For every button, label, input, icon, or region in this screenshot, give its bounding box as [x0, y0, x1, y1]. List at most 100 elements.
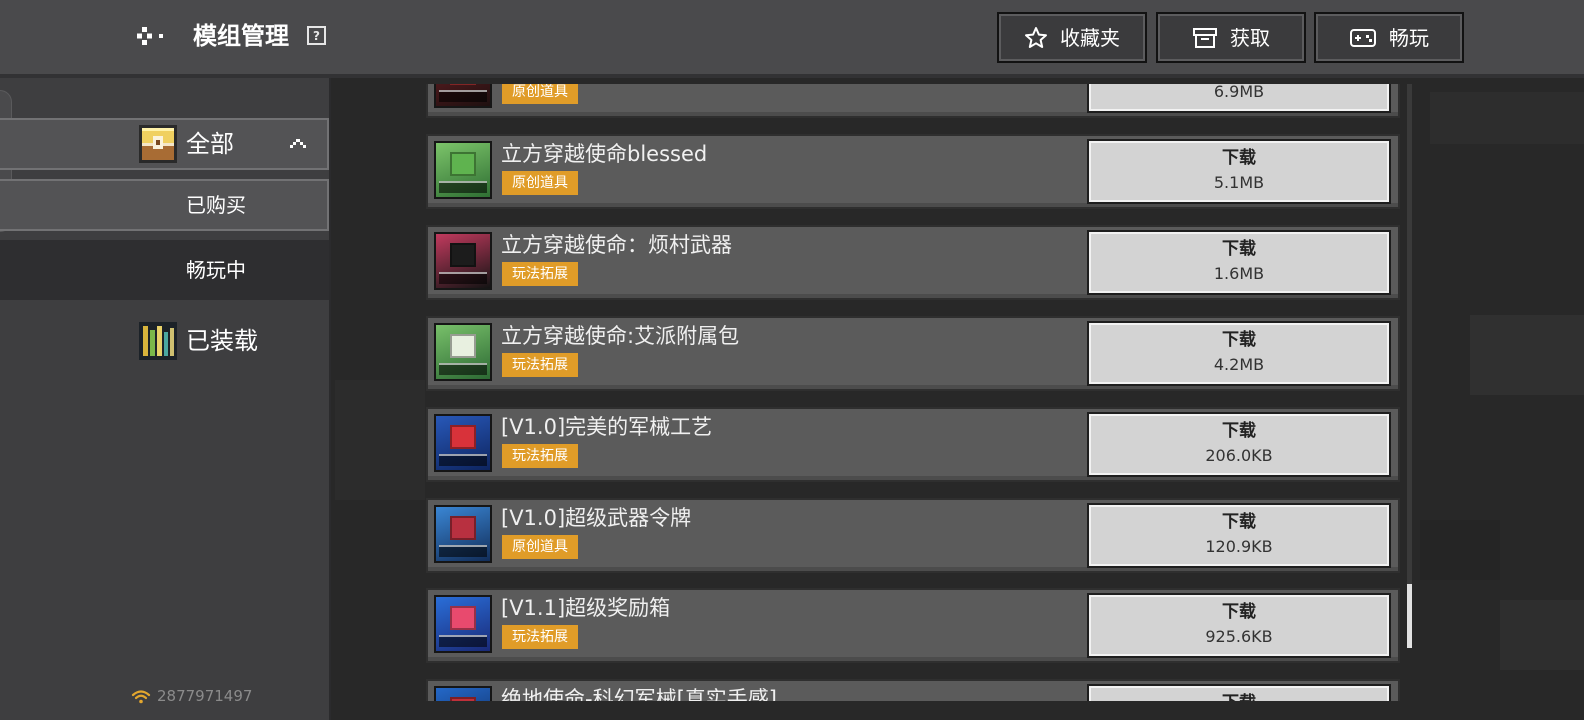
top-bar: 模组管理 ? 收藏夹 获取 畅玩 — [0, 0, 1584, 74]
mod-list-item[interactable]: 原创道具 6.9MB — [426, 84, 1400, 118]
background-pattern — [1420, 520, 1500, 580]
mod-file-size: 925.6KB — [1205, 627, 1273, 646]
background-pattern — [1470, 315, 1584, 395]
mod-list-item[interactable]: [V1.0]完美的军械工艺 玩法拓展 下载 206.0KB — [426, 407, 1400, 482]
thumbnail-figure — [450, 152, 476, 176]
download-button[interactable]: 下载 — [1087, 684, 1391, 701]
sidebar-item-all[interactable]: 全部 — [0, 118, 329, 170]
mod-category-tag: 原创道具 — [502, 171, 578, 195]
mod-thumbnail — [434, 414, 492, 472]
sidebar: 全部 已购买 畅玩中 已装载 2877971497 — [0, 78, 331, 720]
download-button-label: 下载 — [1222, 602, 1256, 622]
back-button[interactable] — [130, 18, 172, 54]
mod-file-size: 4.2MB — [1213, 355, 1265, 374]
sidebar-item-loaded[interactable]: 已装载 — [0, 320, 329, 362]
mod-file-size: 120.9KB — [1205, 537, 1273, 556]
mod-thumbnail — [434, 84, 492, 108]
thumbnail-banner — [439, 545, 487, 557]
mod-category-tag: 原创道具 — [502, 84, 578, 104]
mod-title: [V1.0]超级武器令牌 — [501, 506, 692, 530]
mod-list-item[interactable]: [V1.0]超级武器令牌 原创道具 下载 120.9KB — [426, 498, 1400, 573]
account-id: 2877971497 — [157, 687, 253, 705]
sidebar-item-label: 已装载 — [186, 327, 258, 355]
download-button[interactable]: 6.9MB — [1087, 84, 1391, 113]
mod-list-item[interactable]: 绝地使命-科幻军械[真实手感] 下载 — [426, 679, 1400, 701]
background-pattern — [1430, 92, 1584, 144]
bookshelf-icon — [139, 322, 177, 360]
thumbnail-banner — [439, 454, 487, 466]
thumbnail-banner — [439, 272, 487, 284]
thumbnail-banner — [439, 90, 487, 102]
download-button-label: 下载 — [1089, 692, 1389, 701]
mod-list[interactable]: 原创道具 6.9MB 立方穿越使命blessed 原创道具 下载 5.1MB 立方穿越使命：… — [426, 84, 1402, 701]
favorites-button[interactable]: 收藏夹 — [997, 12, 1147, 63]
play-button[interactable]: 畅玩 — [1314, 12, 1464, 63]
mod-thumbnail — [434, 323, 492, 381]
get-button[interactable]: 获取 — [1156, 12, 1306, 63]
download-button[interactable]: 下载 5.1MB — [1087, 139, 1391, 204]
mod-file-size: 6.9MB — [1213, 84, 1265, 101]
sidebar-item-label: 畅玩中 — [186, 258, 246, 282]
thumbnail-banner — [439, 181, 487, 193]
thumbnail-figure — [450, 334, 476, 358]
mod-category-tag: 玩法拓展 — [502, 262, 578, 286]
mod-thumbnail — [434, 141, 492, 199]
mod-title: [V1.1]超级奖励箱 — [501, 596, 671, 620]
favorites-button-label: 收藏夹 — [1060, 25, 1120, 50]
sidebar-item-purchased[interactable]: 已购买 — [0, 179, 329, 231]
mod-list-item[interactable]: 立方穿越使命：烦村武器 玩法拓展 下载 1.6MB — [426, 225, 1400, 300]
sidebar-item-label: 全部 — [186, 130, 234, 158]
page-title: 模组管理 — [193, 22, 289, 50]
scrollbar-track[interactable] — [1407, 84, 1412, 648]
download-button-label: 下载 — [1222, 239, 1256, 259]
download-button-label: 下载 — [1222, 148, 1256, 168]
thumbnail-figure — [450, 425, 476, 449]
mod-title: 立方穿越使命：烦村武器 — [501, 233, 732, 257]
sidebar-item-label: 已购买 — [186, 193, 246, 217]
thumbnail-banner — [439, 363, 487, 375]
account-status: 2877971497 — [131, 687, 252, 705]
scrollbar-thumb[interactable] — [1407, 584, 1412, 648]
mod-thumbnail — [434, 595, 492, 653]
download-button[interactable]: 下载 925.6KB — [1087, 593, 1391, 658]
mod-file-size: 5.1MB — [1213, 173, 1265, 192]
mod-list-item[interactable]: 立方穿越使命:艾派附属包 玩法拓展 下载 4.2MB — [426, 316, 1400, 391]
help-icon: ? — [313, 28, 320, 43]
help-button[interactable]: ? — [307, 26, 326, 45]
thumbnail-figure — [450, 516, 476, 540]
thumbnail-figure — [450, 84, 476, 85]
mod-title: [V1.0]完美的军械工艺 — [501, 415, 713, 439]
thumbnail-figure — [450, 606, 476, 630]
mod-file-size: 206.0KB — [1205, 446, 1273, 465]
mod-thumbnail — [434, 686, 492, 701]
download-button-label: 下载 — [1222, 330, 1256, 350]
download-button[interactable]: 下载 206.0KB — [1087, 412, 1391, 477]
thumbnail-figure — [450, 697, 476, 701]
mod-title: 立方穿越使命:艾派附属包 — [501, 324, 740, 348]
mod-category-tag: 玩法拓展 — [502, 444, 578, 468]
download-button[interactable]: 下载 4.2MB — [1087, 321, 1391, 386]
background-pattern — [335, 380, 425, 500]
mod-thumbnail — [434, 232, 492, 290]
play-button-label: 畅玩 — [1389, 25, 1429, 50]
mod-title: 立方穿越使命blessed — [501, 142, 708, 166]
download-button[interactable]: 下载 1.6MB — [1087, 230, 1391, 295]
mod-list-item[interactable]: [V1.1]超级奖励箱 玩法拓展 下载 925.6KB — [426, 588, 1400, 663]
mod-thumbnail — [434, 505, 492, 563]
background-pattern — [1500, 600, 1584, 670]
mod-list-item[interactable]: 立方穿越使命blessed 原创道具 下载 5.1MB — [426, 134, 1400, 209]
download-button-label: 下载 — [1222, 512, 1256, 532]
gamepad-icon — [1350, 28, 1376, 47]
mod-file-size: 1.6MB — [1213, 264, 1265, 283]
thumbnail-figure — [450, 243, 476, 267]
star-icon — [1025, 26, 1047, 48]
wifi-icon — [131, 689, 151, 703]
mod-category-tag: 原创道具 — [502, 535, 578, 559]
get-button-label: 获取 — [1230, 25, 1270, 50]
sidebar-item-playing[interactable]: 畅玩中 — [0, 240, 329, 300]
thumbnail-banner — [439, 635, 487, 647]
download-button[interactable]: 下载 120.9KB — [1087, 503, 1391, 568]
chest-icon — [139, 125, 177, 163]
download-button-label: 下载 — [1222, 421, 1256, 441]
box-icon — [1193, 27, 1217, 48]
